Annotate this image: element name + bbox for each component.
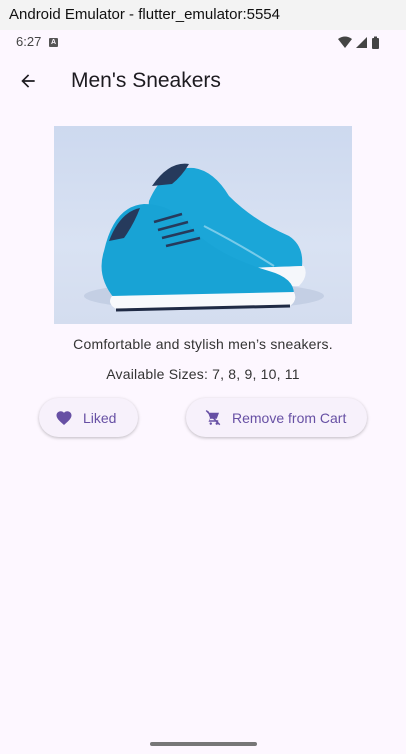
status-icons [338, 36, 379, 49]
battery-icon [372, 38, 379, 49]
sneakers-photo [84, 163, 324, 312]
heart-icon [55, 409, 73, 427]
remove-shopping-cart-icon [204, 409, 222, 427]
page-title: Men's Sneakers [71, 69, 221, 92]
home-indicator[interactable] [150, 742, 257, 746]
product-image [54, 126, 352, 324]
product-description: Comfortable and stylish men’s sneakers. [73, 336, 333, 352]
liked-button[interactable]: Liked [39, 398, 138, 437]
available-sizes: Available Sizes: 7, 8, 9, 10, 11 [106, 366, 300, 382]
notification-a-icon: A [49, 38, 58, 47]
status-time: 6:27 [16, 34, 42, 49]
wifi-icon [338, 36, 352, 48]
arrow-back-icon [21, 74, 35, 88]
status-bar: 6:27 A [0, 30, 406, 55]
emulator-window-title: Android Emulator - flutter_emulator:5554 [0, 0, 406, 30]
app-bar: Men's Sneakers [0, 55, 406, 111]
liked-label: Liked [83, 409, 117, 426]
back-button[interactable] [8, 61, 48, 101]
remove-from-cart-label: Remove from Cart [232, 409, 347, 426]
remove-from-cart-button[interactable]: Remove from Cart [186, 398, 367, 437]
signal-icon [356, 37, 367, 48]
